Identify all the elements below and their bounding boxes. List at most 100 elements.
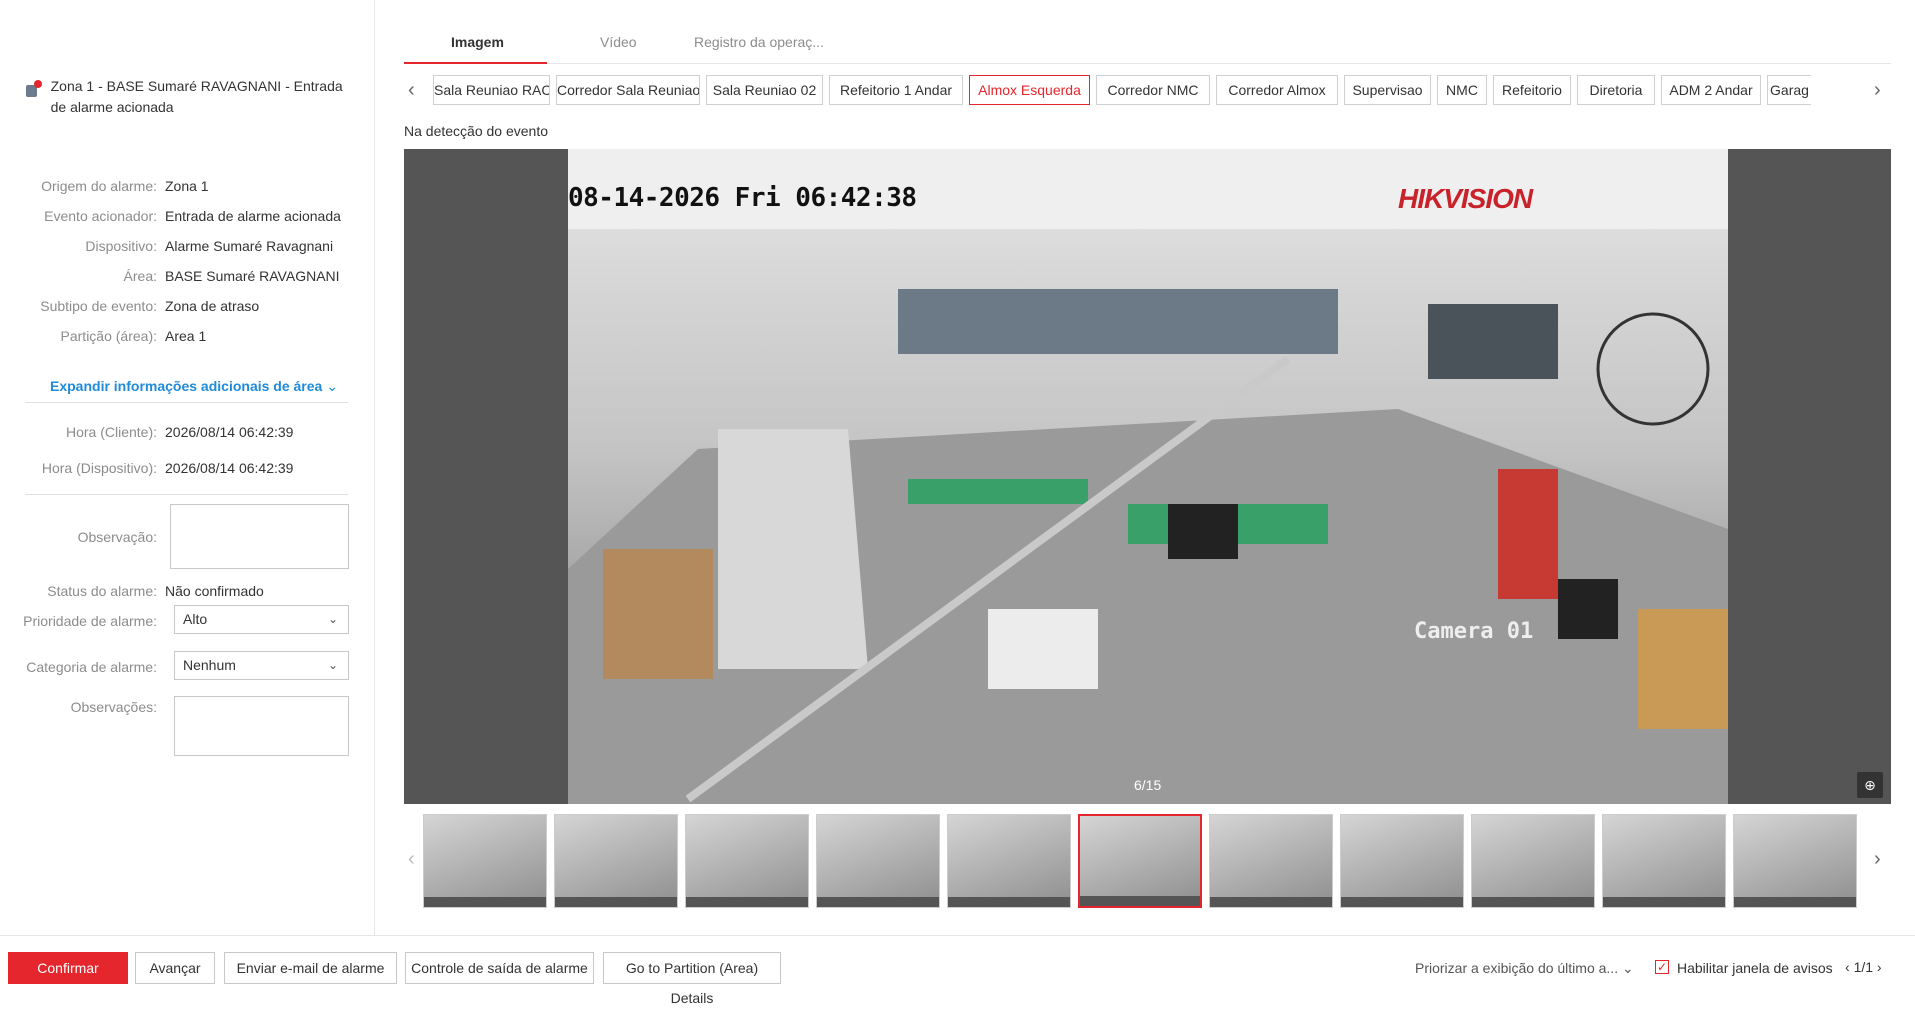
detail-value: BASE Sumaré RAVAGNANI [165,268,340,284]
camera-button[interactable]: ADM 2 Andar [1661,75,1761,105]
alarm-title: Zona 1 - BASE Sumaré RAVAGNANI - Entrada… [50,78,343,115]
double-chevron-down-icon: ⌄ [326,378,339,394]
observacao-label: Observação: [77,529,157,545]
enable-window-checkbox[interactable]: ✓ [1655,960,1669,974]
tab-video[interactable]: Vídeo [600,34,637,50]
camera-button[interactable]: NMC [1437,75,1487,105]
detail-value: Zona 1 [165,178,209,194]
pager: ‹ 1/1 › [1845,959,1882,975]
detail-particao: Partição (área): Area 1 [0,327,375,345]
thumbnail[interactable] [1733,814,1857,908]
camera-button-active[interactable]: Almox Esquerda [969,75,1090,105]
priority-display-select[interactable]: Priorizar a exibição do último a... ⌄ [1415,960,1634,977]
alarm-details-panel: Zona 1 - BASE Sumaré RAVAGNANI - Entrada… [0,0,375,935]
action-bar: Confirmar Avançar Enviar e-mail de alarm… [0,935,1915,1006]
hikvision-logo: HIKVISION [1398,183,1533,214]
chevron-left-icon[interactable]: ‹ [408,848,415,871]
advance-button[interactable]: Avançar [135,952,215,984]
chevron-right-icon[interactable]: › [1877,959,1882,975]
chevron-down-icon: ⌄ [1621,960,1634,976]
camera-button[interactable]: Corredor Sala Reuniao [556,75,700,105]
snapshot-scene [568,149,1728,804]
chevron-left-icon[interactable]: ‹ [408,79,415,102]
send-email-button[interactable]: Enviar e-mail de alarme [224,952,397,984]
thumbnail[interactable] [947,814,1071,908]
camera-button[interactable]: Refeitorio [1493,75,1571,105]
chevron-left-icon[interactable]: ‹ [1845,959,1850,975]
detail-origem: Origem do alarme: Zona 1 [0,177,375,195]
image-counter: 6/15 [1134,777,1162,793]
prioridade-label: Prioridade de alarme: [23,613,157,629]
categoria-select[interactable]: Nenhum ⌄ [174,651,349,680]
detail-label: Dispositivo: [85,238,157,254]
thumbnail[interactable] [1471,814,1595,908]
prioridade-select[interactable]: Alto ⌄ [174,605,349,634]
detail-label: Área: [123,268,157,284]
camera-button[interactable]: Sala Reuniao 02 [706,75,823,105]
chevron-right-icon[interactable]: › [1874,848,1881,871]
detail-label: Subtipo de evento: [40,298,157,314]
media-tabs: Imagem Vídeo Registro da operaç... [404,28,1891,64]
thumbnail[interactable] [816,814,940,908]
thumbnail[interactable] [685,814,809,908]
time-label: Hora (Cliente): [65,424,157,440]
detail-value: Zona de atraso [165,298,260,314]
status-label: Status do alarme: [47,583,157,599]
camera-button[interactable]: Corredor Almox [1216,75,1338,105]
partition-details-button[interactable]: Go to Partition (Area) Details [603,952,781,1006]
alarm-output-button[interactable]: Controle de saída de alarme [405,952,594,984]
image-viewer: 08-14-2026 Fri 06:42:38 HIKVISION Camera… [404,149,1891,804]
osd-timestamp: 08-14-2026 Fri 06:42:38 [568,183,917,213]
thumbnail-strip: ‹ › [404,814,1891,908]
detail-evento: Evento acionador: Entrada de alarme acio… [0,207,375,225]
categoria-label: Categoria de alarme: [26,659,157,675]
expand-label: Expandir informações adicionais de área [50,378,323,394]
status-row: Status do alarme: Não confirmado [0,582,375,600]
thumbnail[interactable] [1340,814,1464,908]
camera-button[interactable]: Refeitorio 1 Andar [829,75,963,105]
chevron-right-icon[interactable]: › [1874,79,1881,102]
time-label: Hora (Dispositivo): [41,460,157,476]
alarm-header: Zona 1 - BASE Sumaré RAVAGNANI - Entrada… [25,76,355,118]
observacao-textarea[interactable] [170,504,349,569]
observacoes-label: Observações: [70,699,157,715]
zoom-in-icon[interactable]: ⊕ [1857,772,1883,798]
detail-label: Partição (área): [60,328,157,344]
camera-button[interactable]: Supervisao [1344,75,1431,105]
media-panel: Imagem Vídeo Registro da operaç... ‹ Sal… [376,0,1915,935]
detail-dispositivo: Dispositivo: Alarme Sumaré Ravagnani [0,237,375,255]
thumbnail[interactable] [554,814,678,908]
thumbnail[interactable] [1602,814,1726,908]
status-value: Não confirmado [165,583,264,599]
detail-value: Area 1 [165,328,207,344]
time-dispositivo: Hora (Dispositivo): 2026/08/14 06:42:39 [0,459,375,477]
prioridade-value: Alto [183,611,208,627]
event-label: Na detecção do evento [404,123,548,139]
camera-button[interactable]: Sala Reuniao RACK [433,75,550,105]
active-tab-indicator [404,62,547,64]
detail-value: Alarme Sumaré Ravagnani [165,238,334,254]
camera-selector: ‹ Sala Reuniao RACK Corredor Sala Reunia… [404,75,1891,105]
categoria-value: Nenhum [183,657,236,673]
detail-label: Evento acionador: [44,208,157,224]
observacoes-textarea[interactable] [174,696,349,756]
thumbnail[interactable] [423,814,547,908]
detail-subtipo: Subtipo de evento: Zona de atraso [0,297,375,315]
confirm-button[interactable]: Confirmar [8,952,128,984]
alarm-input-icon [25,80,42,98]
expand-area-info-link[interactable]: Expandir informações adicionais de área ⌄ [50,378,338,395]
detail-value: Entrada de alarme acionada [165,208,341,224]
camera-button[interactable]: Garag [1767,75,1811,105]
detail-area: Área: BASE Sumaré RAVAGNANI [0,267,375,285]
camera-button[interactable]: Corredor NMC [1096,75,1210,105]
osd-camera-name: Camera 01 [1414,619,1534,644]
thumbnail[interactable] [1209,814,1333,908]
thumbnail-active[interactable] [1078,814,1202,908]
tab-registro[interactable]: Registro da operaç... [694,34,824,50]
camera-button[interactable]: Diretoria [1577,75,1655,105]
camera-snapshot: 08-14-2026 Fri 06:42:38 HIKVISION Camera… [568,149,1728,804]
divider [25,402,348,403]
pager-value: 1/1 [1853,959,1874,975]
tab-imagem[interactable]: Imagem [451,34,504,50]
chevron-down-icon: ⌄ [327,612,338,626]
